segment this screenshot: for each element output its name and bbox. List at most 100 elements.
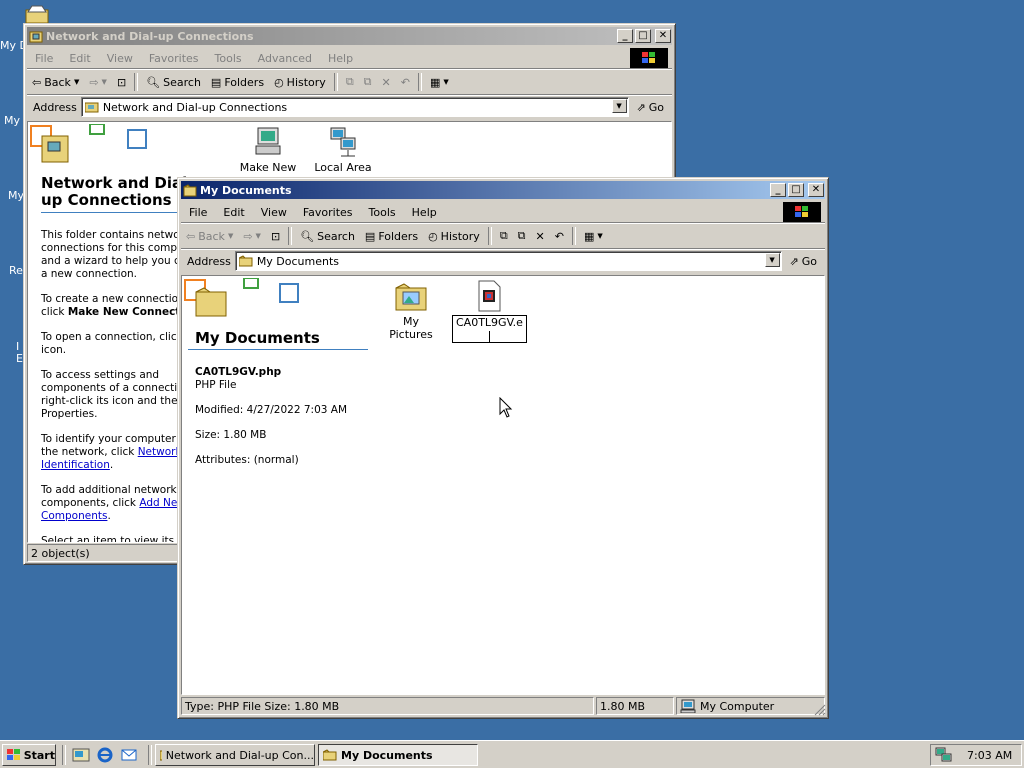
history-button[interactable]: ◴ History — [269, 71, 331, 93]
menu-help[interactable]: Help — [320, 52, 361, 65]
menu-file[interactable]: File — [27, 52, 61, 65]
search-label: Search — [163, 75, 201, 89]
show-desktop-icon[interactable] — [72, 747, 90, 763]
address-input[interactable]: My Documents ▼ — [234, 251, 782, 271]
title-bar[interactable]: Network and Dial-up Connections _ □ ✕ — [27, 27, 672, 45]
panel-title: My Documents — [195, 329, 320, 347]
menu-advanced[interactable]: Advanced — [250, 52, 320, 65]
taskbar-button-network-connections[interactable]: Network and Dial-up Con... — [155, 744, 315, 766]
move-to-icon: ⧉ — [345, 75, 354, 88]
desktop-icon-my-documents[interactable] — [22, 4, 52, 24]
desktop-label-6[interactable]: E — [16, 352, 23, 365]
my-documents-window[interactable]: My Documents _ □ ✕ File Edit View Favori… — [177, 177, 829, 719]
network-status-icon[interactable] — [935, 747, 953, 763]
menu-edit[interactable]: Edit — [215, 206, 252, 219]
go-label: Go — [648, 100, 664, 114]
search-icon: 🔍︎ — [300, 229, 315, 243]
views-button[interactable]: ▦ ▼ — [579, 225, 608, 247]
maximize-button[interactable]: □ — [788, 183, 804, 197]
start-button[interactable]: Start — [2, 744, 56, 766]
undo-button[interactable]: ↶ — [396, 71, 415, 93]
menu-favorites[interactable]: Favorites — [141, 52, 207, 65]
desktop-label-3[interactable]: My — [8, 189, 24, 202]
menu-edit[interactable]: Edit — [61, 52, 98, 65]
delete-button[interactable]: ✕ — [531, 225, 550, 247]
delete-icon: ✕ — [381, 75, 391, 89]
outlook-express-icon[interactable] — [120, 747, 138, 763]
file-type: PHP File — [195, 379, 237, 391]
task-label: My Documents — [341, 748, 433, 762]
menu-favorites[interactable]: Favorites — [295, 206, 361, 219]
php-file-item[interactable]: CA0TL9GV.e — [452, 280, 527, 343]
views-button[interactable]: ▦ ▼ — [425, 71, 454, 93]
minimize-button[interactable]: _ — [617, 29, 633, 43]
menu-tools[interactable]: Tools — [207, 52, 250, 65]
forward-button[interactable]: ⇨ ▼ — [84, 71, 112, 93]
go-button[interactable]: ⇗ Go — [629, 101, 672, 114]
undo-button[interactable]: ↶ — [550, 225, 569, 247]
make-new-connection-icon-item[interactable]: Make New — [238, 126, 298, 174]
history-button[interactable]: ◴ History — [423, 225, 485, 247]
address-input[interactable]: Network and Dial-up Connections ▼ — [80, 97, 629, 117]
chevron-down-icon: ▼ — [73, 78, 80, 86]
menu-view[interactable]: View — [253, 206, 295, 219]
up-folder-icon: ⊡ — [270, 229, 281, 243]
search-button[interactable]: 🔍︎ Search — [141, 71, 206, 93]
address-dropdown-button[interactable]: ▼ — [611, 99, 627, 113]
menu-file[interactable]: File — [181, 206, 215, 219]
menu-view[interactable]: View — [99, 52, 141, 65]
copy-to-button[interactable]: ⧉ — [359, 71, 377, 93]
chevron-down-icon: ▼ — [227, 232, 234, 240]
status-size: 1.80 MB — [596, 697, 674, 715]
minimize-button[interactable]: _ — [770, 183, 786, 197]
up-folder-button[interactable]: ⊡ — [112, 71, 131, 93]
address-label: Address — [187, 254, 231, 268]
folders-button[interactable]: ▤ Folders — [360, 225, 423, 247]
close-button[interactable]: ✕ — [655, 29, 671, 43]
back-button[interactable]: ⇦ Back ▼ — [181, 225, 238, 247]
menu-help[interactable]: Help — [404, 206, 445, 219]
panel-header-graphic — [184, 278, 299, 317]
copy-to-button[interactable]: ⧉ — [513, 225, 531, 247]
network-folder-icon — [160, 750, 162, 761]
internet-explorer-icon[interactable] — [96, 747, 114, 763]
back-label: Back — [198, 229, 225, 243]
folders-icon: ▤ — [210, 75, 222, 89]
up-folder-button[interactable]: ⊡ — [266, 225, 285, 247]
move-to-button[interactable]: ⧉ — [495, 225, 513, 247]
menu-bar: File Edit View Favorites Tools Help — [181, 202, 825, 223]
move-to-icon: ⧉ — [499, 229, 508, 242]
search-button[interactable]: 🔍︎ Search — [295, 225, 360, 247]
forward-arrow-icon: ⇨ — [243, 229, 253, 243]
desktop-label-2[interactable]: My — [4, 114, 20, 127]
file-modified: Modified: 4/27/2022 7:03 AM — [195, 404, 348, 416]
move-to-button[interactable]: ⧉ — [341, 71, 359, 93]
go-button[interactable]: ⇗ Go — [782, 255, 825, 268]
maximize-button[interactable]: □ — [635, 29, 651, 43]
resize-grip[interactable] — [814, 704, 826, 716]
desktop-label-4[interactable]: Re — [9, 264, 23, 277]
close-button[interactable]: ✕ — [808, 183, 824, 197]
panel-title: Network and Dial- up Connections — [41, 174, 194, 209]
clock[interactable]: 7:03 AM — [967, 749, 1012, 762]
my-pictures-folder-item[interactable]: My Pictures — [380, 280, 442, 341]
forward-button[interactable]: ⇨ ▼ — [238, 225, 266, 247]
address-dropdown-button[interactable]: ▼ — [764, 253, 780, 267]
rename-input[interactable]: CA0TL9GV.e — [452, 315, 527, 343]
toolbar: ⇦ Back ▼ ⇨ ▼ ⊡ 🔍︎ Search ▤ Folders ◴ History ⧉… — [27, 70, 672, 95]
local-area-connection-icon-item[interactable]: Local Area — [312, 126, 374, 174]
taskbar-button-my-documents[interactable]: My Documents — [318, 744, 478, 766]
address-bar: Address My Documents ▼ ⇗ Go — [181, 249, 825, 273]
folders-button[interactable]: ▤ Folders — [206, 71, 269, 93]
php-file-icon — [478, 280, 501, 312]
delete-button[interactable]: ✕ — [377, 71, 396, 93]
separator — [62, 745, 66, 765]
delete-icon: ✕ — [535, 229, 545, 243]
back-button[interactable]: ⇦ Back ▼ — [27, 71, 84, 93]
desktop-label-1[interactable]: My D — [0, 39, 24, 52]
undo-icon: ↶ — [400, 75, 410, 89]
separator — [487, 227, 492, 245]
menu-tools[interactable]: Tools — [361, 206, 404, 219]
window-title: My Documents — [200, 183, 292, 197]
title-bar[interactable]: My Documents _ □ ✕ — [181, 181, 825, 199]
